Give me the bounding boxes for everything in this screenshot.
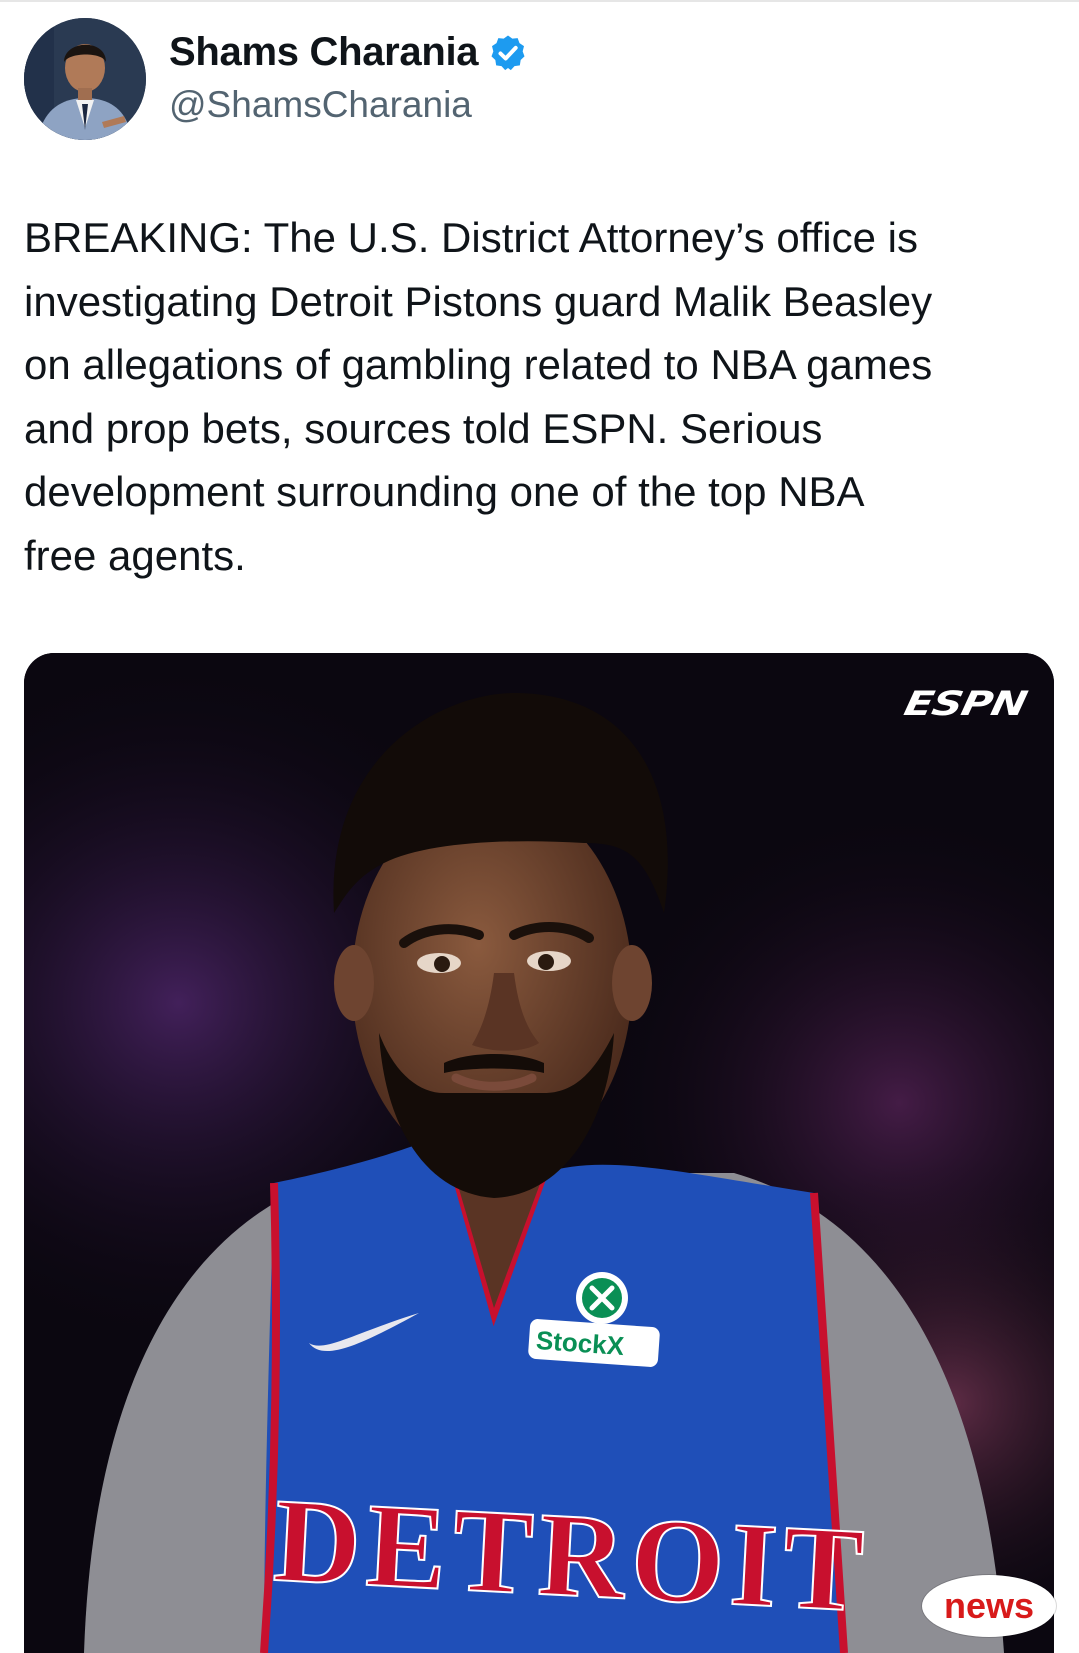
avatar[interactable]	[24, 18, 146, 140]
handle[interactable]: @ShamsCharania	[169, 84, 472, 126]
tweet-header: Shams Charania @ShamsCharania	[24, 18, 1054, 140]
tweet-text: BREAKING: The U.S. District Attorney’s o…	[24, 214, 933, 579]
name-row: Shams Charania	[169, 30, 528, 75]
verified-badge-icon	[488, 33, 528, 73]
news-badge: news	[922, 1575, 1056, 1637]
espn-logo: ESPN	[900, 683, 1031, 724]
top-divider	[0, 0, 1079, 2]
sponsor-text: StockX	[535, 1325, 626, 1361]
display-name[interactable]: Shams Charania	[169, 30, 479, 75]
tweet-media-image[interactable]: StockX DETROIT ESPN	[24, 653, 1054, 1653]
